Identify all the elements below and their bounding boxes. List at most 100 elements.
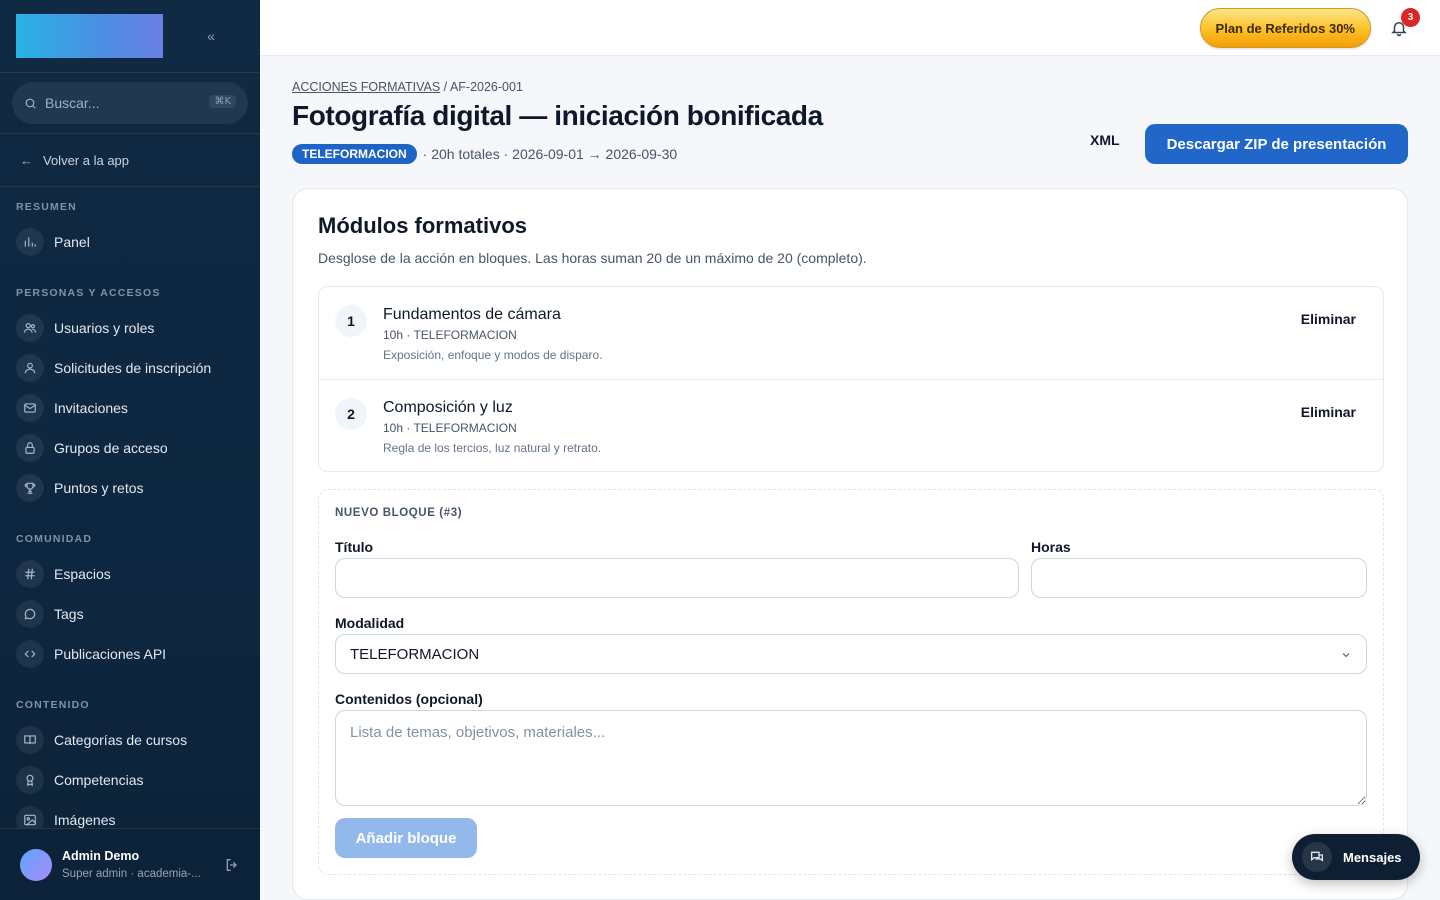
sidebar-item-label: Usuarios y roles: [54, 320, 155, 336]
award-icon: [16, 766, 44, 794]
messages-button[interactable]: Mensajes: [1292, 834, 1420, 880]
sidebar-item-label: Invitaciones: [54, 400, 128, 416]
sidebar-item-label: Tags: [54, 606, 84, 622]
module-description: Exposición, enfoque y modos de disparo.: [383, 348, 603, 362]
xml-button[interactable]: XML: [1090, 132, 1120, 156]
messages-label: Mensajes: [1343, 849, 1402, 865]
sidebar-item-course-categories[interactable]: Categorías de cursos: [16, 725, 187, 755]
chat-bubble-icon: [16, 600, 44, 628]
search-icon: [25, 98, 36, 109]
add-block-button[interactable]: Añadir bloque: [335, 818, 477, 858]
module-number: 2: [335, 398, 367, 430]
page-title: Fotografía digital — iniciación bonifica…: [292, 100, 823, 131]
topbar: Plan de Referidos 30% 3: [260, 0, 1440, 56]
modules-card-description: Desglose de la acción en bloques. Las ho…: [318, 250, 867, 266]
search-shortcut: ⌘K: [209, 95, 236, 108]
module-number: 1: [335, 305, 367, 337]
module-list: 1 Fundamentos de cámara 10h · TELEFORMAC…: [318, 286, 1384, 472]
sidebar: « ⌘K ← Volver a la app RESUMEN Panel PER…: [0, 0, 260, 900]
sidebar-header: «: [0, 0, 260, 73]
new-block-label: NUEVO BLOQUE (#3): [335, 507, 463, 519]
hours-input[interactable]: [1031, 558, 1367, 598]
sidebar-item-label: Puntos y retos: [54, 480, 144, 496]
search-box[interactable]: ⌘K: [12, 82, 248, 124]
sidebar-item-tags[interactable]: Tags: [16, 599, 84, 629]
user-info: Admin Demo Super admin · academia-...: [62, 849, 201, 880]
action-meta: TELEFORMACION · 20h totales · 2026-09-01…: [292, 144, 677, 164]
contents-label: Contenidos (opcional): [335, 691, 483, 707]
sidebar-item-points[interactable]: Puntos y retos: [16, 473, 144, 503]
brand-logo[interactable]: [16, 14, 163, 58]
hash-icon: [16, 560, 44, 588]
sidebar-item-label: Espacios: [54, 566, 111, 582]
avatar: [20, 848, 52, 881]
sidebar-search: ⌘K: [0, 73, 260, 134]
code-icon: [16, 640, 44, 668]
module-meta: 10h · TELEFORMACION: [383, 421, 517, 435]
sidebar-item-label: Competencias: [54, 772, 144, 788]
arrow-left-icon: ←: [20, 152, 33, 168]
sidebar-item-enrollment-requests[interactable]: Solicitudes de inscripción: [16, 353, 211, 383]
mail-icon: [16, 394, 44, 422]
chat-icon: [1302, 842, 1332, 872]
back-to-app-label: Volver a la app: [43, 152, 130, 168]
delete-module-button[interactable]: Eliminar: [1301, 404, 1356, 420]
module-meta: 10h · TELEFORMACION: [383, 328, 517, 342]
trophy-icon: [16, 474, 44, 502]
sidebar-item-label: Categorías de cursos: [54, 732, 188, 748]
users-icon: [16, 314, 44, 342]
sidebar-item-access-groups[interactable]: Grupos de acceso: [16, 433, 168, 463]
breadcrumb-current: AF-2026-001: [449, 80, 523, 94]
referral-plan-button[interactable]: Plan de Referidos 30%: [1199, 8, 1371, 48]
title-label: Título: [335, 539, 374, 555]
sidebar-item-label: Solicitudes de inscripción: [54, 360, 212, 376]
sidebar-item-panel[interactable]: Panel: [16, 227, 90, 257]
module-title: Fundamentos de cámara: [383, 306, 561, 323]
module-title: Composición y luz: [383, 399, 513, 416]
sidebar-item-spaces[interactable]: Espacios: [16, 559, 111, 589]
sidebar-item-label: Publicaciones API: [54, 646, 167, 662]
sidebar-item-label: Panel: [54, 234, 90, 250]
sidebar-item-competencies[interactable]: Competencias: [16, 765, 144, 795]
sidebar-item-label: Imágenes: [54, 812, 116, 828]
new-block-form: NUEVO BLOQUE (#3) Título Horas Modalidad…: [318, 489, 1384, 875]
modality-badge: TELEFORMACION: [292, 144, 417, 164]
list-item: 2 Composición y luz 10h · TELEFORMACION …: [319, 379, 1383, 471]
user-role: Super admin · academia-...: [62, 868, 201, 880]
section-title-personas: PERSONAS Y ACCESOS: [16, 287, 161, 299]
user-profile[interactable]: Admin Demo Super admin · academia-...: [0, 828, 260, 900]
sidebar-item-invitations[interactable]: Invitaciones: [16, 393, 128, 423]
collapse-sidebar-icon[interactable]: «: [202, 26, 220, 46]
module-description: Regla de los tercios, luz natural y retr…: [383, 441, 602, 455]
breadcrumb-separator: /: [443, 80, 448, 94]
sidebar-item-api-posts[interactable]: Publicaciones API: [16, 639, 166, 669]
search-input[interactable]: [45, 95, 185, 111]
modules-card: Módulos formativos Desglose de la acción…: [292, 188, 1408, 900]
list-item: 1 Fundamentos de cámara 10h · TELEFORMAC…: [319, 287, 1383, 379]
notification-badge: 3: [1401, 8, 1420, 27]
delete-module-button[interactable]: Eliminar: [1301, 311, 1356, 327]
user-icon: [16, 354, 44, 382]
modality-label: Modalidad: [335, 615, 405, 631]
modality-selected-value: TELEFORMACION: [350, 645, 480, 663]
breadcrumb-link-training-actions[interactable]: ACCIONES FORMATIVAS: [292, 80, 440, 94]
hours-label: Horas: [1031, 539, 1071, 555]
modality-select[interactable]: TELEFORMACION: [335, 634, 1367, 674]
contents-textarea[interactable]: [335, 710, 1367, 806]
download-zip-button[interactable]: Descargar ZIP de presentación: [1145, 124, 1408, 164]
book-open-icon: [16, 726, 44, 754]
logout-icon[interactable]: [224, 857, 240, 878]
action-meta-text: · 20h totales · 2026-09-01 → 2026-09-30: [422, 146, 678, 162]
modules-card-title: Módulos formativos: [318, 213, 528, 238]
sidebar-item-users[interactable]: Usuarios y roles: [16, 313, 154, 343]
chevron-down-icon: [1340, 648, 1352, 665]
section-title-contenido: CONTENIDO: [16, 699, 90, 711]
user-name: Admin Demo: [62, 849, 140, 863]
bar-chart-icon: [16, 228, 44, 256]
section-title-comunidad: COMUNIDAD: [16, 533, 93, 545]
back-to-app-link[interactable]: ← Volver a la app: [0, 134, 260, 187]
breadcrumb: ACCIONES FORMATIVAS / AF-2026-001: [292, 80, 523, 94]
title-input[interactable]: [335, 558, 1019, 598]
section-title-resumen: RESUMEN: [16, 201, 77, 213]
sidebar-item-label: Grupos de acceso: [54, 440, 168, 456]
